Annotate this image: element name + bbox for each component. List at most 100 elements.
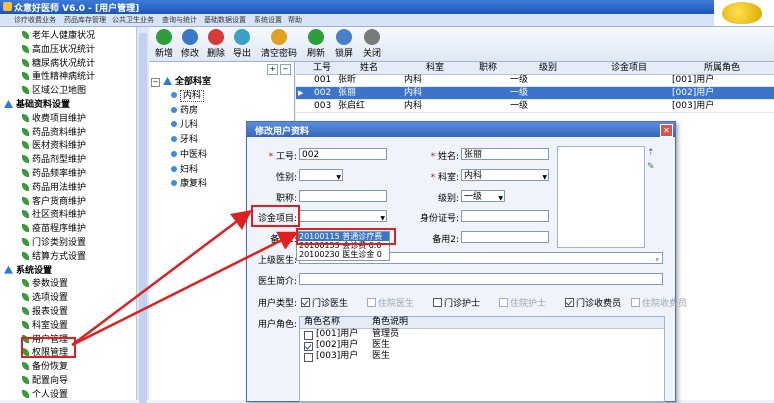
table-row[interactable]: ▶ 002 张丽 内科 一级 [002]用户 bbox=[296, 87, 774, 100]
nav-item[interactable]: 药品频率维护 bbox=[22, 167, 86, 181]
table-row[interactable]: 003 张启红 内科 一级 [003]用户 bbox=[296, 100, 774, 113]
nav-item[interactable]: 个人设置 bbox=[22, 388, 68, 400]
fee-option[interactable]: 20100230 医生诊金 0 bbox=[297, 250, 389, 259]
dept-item[interactable]: 儿科 bbox=[171, 119, 198, 132]
level-label: 级别: bbox=[437, 194, 459, 204]
nav-item[interactable]: 备份恢复 bbox=[22, 360, 68, 374]
add-icon bbox=[156, 29, 172, 45]
dept-item[interactable]: 中医科 bbox=[171, 149, 207, 162]
edit-button[interactable]: 修改 bbox=[179, 29, 201, 59]
department-icon bbox=[171, 136, 177, 143]
grid-cell-name: 张昕 bbox=[336, 74, 402, 87]
nav-item[interactable]: 药品资料维护 bbox=[22, 126, 86, 140]
user-type-checkbox[interactable]: 门诊护士 bbox=[433, 296, 480, 309]
nav-item[interactable]: 配置向导 bbox=[22, 374, 68, 388]
id-card-input[interactable] bbox=[461, 210, 549, 222]
menu-item[interactable]: 基础数据设置 bbox=[204, 15, 246, 25]
refresh-button[interactable]: 刷新 bbox=[305, 29, 327, 59]
photo-upload-icon[interactable]: ⇡ bbox=[647, 148, 655, 158]
nav-item-label: 系统设置 bbox=[16, 265, 53, 276]
close-button[interactable]: 关闭 bbox=[361, 29, 383, 59]
grid-cell-title bbox=[468, 87, 508, 100]
user-type-checkbox[interactable]: 住院护士 bbox=[499, 296, 546, 309]
dept-item[interactable]: 药房 bbox=[171, 105, 198, 118]
level-select[interactable]: 一级 ▼ bbox=[461, 190, 505, 202]
nav-item[interactable]: 报表设置 bbox=[22, 305, 68, 319]
add-button[interactable]: 新增 bbox=[153, 29, 175, 59]
delete-button[interactable]: 删除 bbox=[205, 29, 227, 59]
dept-root[interactable]: − 全部科室 bbox=[151, 76, 211, 89]
photo-box[interactable] bbox=[557, 146, 645, 248]
intro-input[interactable] bbox=[299, 273, 663, 285]
nav-group[interactable]: 系统设置 bbox=[4, 264, 52, 278]
dialog-close-button[interactable]: ✕ bbox=[660, 124, 673, 137]
nav-item[interactable]: 结算方式设置 bbox=[22, 250, 86, 264]
dept-item-label: 妇科 bbox=[180, 164, 199, 175]
clear-password-button[interactable]: 清空密码 bbox=[259, 29, 299, 59]
nav-item[interactable]: 老年人健康状况 bbox=[22, 29, 95, 43]
nav-item[interactable]: 收费项目维护 bbox=[22, 112, 86, 126]
role-row[interactable]: [001]用户 管理员 bbox=[300, 329, 664, 340]
checkbox-icon[interactable] bbox=[304, 342, 313, 351]
collapse-all-icon[interactable]: − bbox=[280, 64, 291, 75]
user-type-checkbox[interactable]: 住院收费员 bbox=[631, 296, 687, 309]
nav-item-label: 收费项目维护 bbox=[32, 113, 87, 124]
checkbox-icon[interactable] bbox=[304, 331, 313, 340]
nav-item[interactable]: 区域公卫地图 bbox=[22, 84, 86, 98]
nav-item[interactable]: 客户货商维护 bbox=[22, 195, 86, 209]
nav-item[interactable]: 医材资料维护 bbox=[22, 139, 86, 153]
dept-item[interactable]: 内科 bbox=[171, 90, 205, 103]
nav-item[interactable]: 科室设置 bbox=[22, 319, 68, 333]
nav-item[interactable]: 参数设置 bbox=[22, 277, 68, 291]
menu-item[interactable]: 系统设置 bbox=[254, 15, 282, 25]
menu-item[interactable]: 帮助 bbox=[288, 15, 302, 25]
search-icon[interactable]: ⌕ bbox=[656, 254, 659, 263]
export-button[interactable]: 导出 bbox=[231, 29, 253, 59]
nav-item[interactable]: 高血压状况统计 bbox=[22, 43, 95, 57]
expand-all-icon[interactable]: + bbox=[267, 64, 278, 75]
menu-item[interactable]: 查询与统计 bbox=[162, 15, 197, 25]
note2-input[interactable] bbox=[461, 231, 549, 243]
menu-item[interactable]: 诊疗收费业务 bbox=[14, 15, 56, 25]
role-row[interactable]: [003]用户 医生 bbox=[300, 351, 664, 362]
name-input[interactable]: 张丽 bbox=[461, 148, 549, 160]
user-type-checkbox[interactable]: 门诊医生 bbox=[301, 296, 348, 309]
title-input[interactable] bbox=[299, 190, 387, 202]
gender-select[interactable]: ▼ bbox=[299, 169, 343, 181]
left-scrollbar[interactable] bbox=[136, 27, 149, 403]
nav-item[interactable]: 糖尿病状况统计 bbox=[22, 57, 95, 71]
user-type-checkbox[interactable]: 住院医生 bbox=[367, 296, 414, 309]
checkbox-icon[interactable] bbox=[304, 353, 313, 362]
dept-item[interactable]: 牙科 bbox=[171, 134, 198, 147]
role-column-header[interactable]: 角色名称 bbox=[304, 317, 340, 328]
fee-select[interactable]: ▼ bbox=[299, 210, 387, 222]
nav-item[interactable]: 选项设置 bbox=[22, 291, 68, 305]
nav-item-label: 备份恢复 bbox=[32, 362, 69, 373]
nav-item[interactable]: 重性精神病统计 bbox=[22, 70, 95, 84]
photo-edit-icon[interactable]: ✎ bbox=[647, 162, 655, 172]
nav-item[interactable]: 疫苗程序维护 bbox=[22, 222, 86, 236]
role-column-header[interactable]: 角色说明 bbox=[372, 317, 408, 328]
dept-select[interactable]: 内科 ▼ bbox=[461, 169, 549, 181]
user-type-label: 住院护士 bbox=[510, 299, 547, 309]
id-input[interactable]: 002 bbox=[299, 148, 387, 160]
lock-icon bbox=[336, 29, 352, 45]
dept-item-label: 牙科 bbox=[180, 135, 199, 146]
lock-button[interactable]: 锁屏 bbox=[333, 29, 355, 59]
table-row[interactable]: 001 张昕 内科 一级 [001]用户 bbox=[296, 74, 774, 87]
nav-item[interactable]: 社区资料维护 bbox=[22, 208, 86, 222]
nav-item[interactable]: 药品用法维护 bbox=[22, 181, 86, 195]
collapse-icon[interactable]: − bbox=[151, 78, 160, 87]
menu-item[interactable]: 药品库存管理 bbox=[64, 15, 106, 25]
grid-cell-dept: 内科 bbox=[402, 87, 468, 100]
dept-item[interactable]: 康复科 bbox=[171, 178, 207, 191]
nav-item[interactable]: 药品剂型维护 bbox=[22, 153, 86, 167]
nav-group[interactable]: 基础资料设置 bbox=[4, 98, 70, 112]
nav-item-label: 个人设置 bbox=[32, 389, 69, 400]
menu-item[interactable]: 公共卫生业务 bbox=[112, 15, 154, 25]
role-row[interactable]: [002]用户 医生 bbox=[300, 340, 664, 351]
role-desc: 医生 bbox=[372, 351, 391, 361]
nav-item[interactable]: 门诊类别设置 bbox=[22, 236, 86, 250]
dept-item[interactable]: 妇科 bbox=[171, 164, 198, 177]
user-type-checkbox[interactable]: 门诊收费员 bbox=[565, 296, 621, 309]
